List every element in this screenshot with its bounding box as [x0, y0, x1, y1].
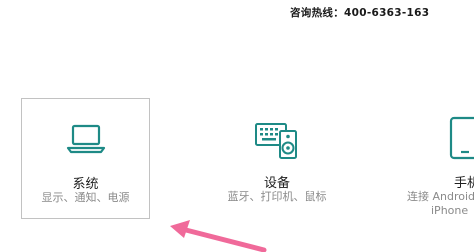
settings-tile-devices[interactable]: 设备 蓝牙、打印机、鼠标 — [212, 98, 342, 219]
settings-tile-system[interactable]: 系统 显示、通知、电源 — [21, 98, 150, 219]
tile-description-line2: iPhone — [431, 204, 469, 217]
tile-label: 手机 — [454, 176, 474, 191]
tile-description: 连接 Android iPhone — [407, 190, 474, 218]
settings-tile-phone[interactable]: 手机 连接 Android iPhone — [395, 98, 474, 219]
tile-description: 蓝牙、打印机、鼠标 — [227, 190, 327, 203]
laptop-icon — [62, 115, 110, 163]
tile-description: 显示、通知、电源 — [41, 191, 130, 204]
tile-label: 设备 — [263, 176, 290, 191]
hotline-label: 咨询热线： — [290, 7, 344, 19]
hotline-number: 400-6363-163 — [344, 7, 430, 19]
pointer-arrow-icon — [170, 220, 267, 252]
tile-description-line1: 连接 Android — [407, 190, 474, 203]
phone-icon — [441, 114, 474, 162]
hotline-banner: 咨询热线：400-6363-163 — [290, 5, 429, 19]
keyboard-speaker-icon — [253, 114, 301, 162]
tile-label: 系统 — [72, 177, 99, 192]
